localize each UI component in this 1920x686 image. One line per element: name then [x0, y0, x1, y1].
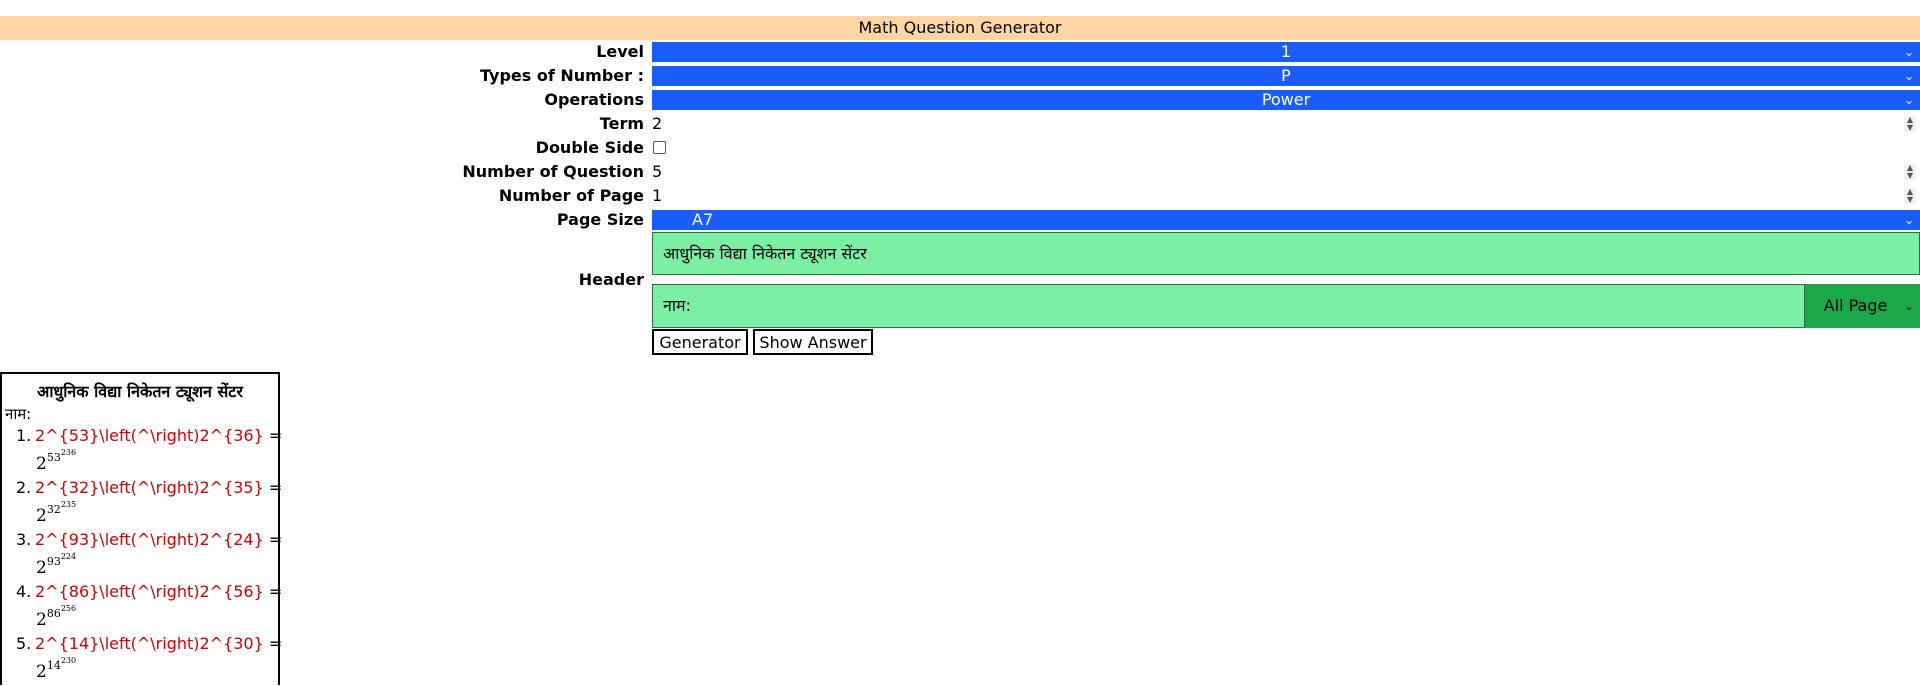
list-item: 4. 2^{86}\left(^\right)2^{56} = 286256	[2, 582, 282, 634]
chevron-down-icon: ⌄	[1903, 299, 1914, 313]
operations-label: Operations	[544, 90, 644, 109]
number-of-question-value: 5	[652, 162, 663, 181]
term-value: 2	[652, 114, 663, 133]
operations-value: Power	[1261, 90, 1311, 109]
question-text: 2^{93}\left(^\right)2^{24} =	[35, 530, 283, 549]
level-value: 1	[1280, 42, 1292, 61]
number-of-page-label: Number of Page	[498, 186, 644, 205]
number-of-page-input[interactable]: 1 ▲ ▼	[652, 186, 1920, 206]
header-page-option: All Page	[1823, 296, 1888, 315]
spinner-icon[interactable]: ▲ ▼	[1904, 116, 1916, 132]
double-side-label: Double Side	[535, 138, 644, 157]
question-number: 1.	[16, 426, 32, 445]
header-line2-input[interactable]: नाम:	[652, 284, 1805, 328]
chevron-down-icon: ⌄	[1903, 93, 1914, 107]
header-page-select[interactable]: All Page ⌄	[1805, 284, 1920, 328]
sheet-name-label: नाम:	[5, 405, 32, 423]
question-list: 1. 2^{53}\left(^\right)2^{36} = 253236 2…	[2, 426, 282, 686]
term-label: Term	[599, 114, 644, 133]
list-item: 5. 2^{14}\left(^\right)2^{30} = 214230	[2, 634, 282, 686]
page-size-value: A7	[692, 210, 714, 229]
chevron-down-icon: ⌄	[1903, 213, 1914, 227]
types-of-number-label: Types of Number :	[480, 66, 644, 85]
number-of-question-label: Number of Question	[462, 162, 644, 181]
question-text: 2^{86}\left(^\right)2^{56} =	[35, 582, 283, 601]
app-title: Math Question Generator	[0, 16, 1920, 40]
level-select[interactable]: 1 ⌄	[652, 42, 1920, 62]
question-expression: 286256	[36, 604, 77, 630]
question-expression: 214230	[36, 656, 77, 682]
header-line1-input[interactable]: आधुनिक विद्या निकेतन ट्यूशन सेंटर	[652, 232, 1920, 275]
number-of-page-value: 1	[652, 186, 663, 205]
chevron-down-icon: ⌄	[1903, 69, 1914, 83]
question-number: 3.	[16, 530, 32, 549]
page-size-select[interactable]: A7 ⌄	[652, 210, 1920, 230]
double-side-checkbox[interactable]	[653, 141, 666, 154]
page-size-label: Page Size	[556, 210, 644, 229]
question-expression: 253236	[36, 448, 77, 474]
question-text: 2^{53}\left(^\right)2^{36} =	[35, 426, 283, 445]
list-item: 1. 2^{53}\left(^\right)2^{36} = 253236	[2, 426, 282, 478]
generator-button[interactable]: Generator	[652, 329, 748, 355]
spinner-icon[interactable]: ▲ ▼	[1904, 164, 1916, 180]
chevron-down-icon: ⌄	[1903, 45, 1914, 59]
list-item: 2. 2^{32}\left(^\right)2^{35} = 232235	[2, 478, 282, 530]
question-number: 4.	[16, 582, 32, 601]
spinner-icon[interactable]: ▲ ▼	[1904, 188, 1916, 204]
header-label: Header	[578, 270, 644, 289]
number-of-question-input[interactable]: 5 ▲ ▼	[652, 162, 1920, 182]
sheet-title: आधुनिक विद्या निकेतन ट्यूशन सेंटर	[37, 382, 243, 401]
question-text: 2^{14}\left(^\right)2^{30} =	[35, 634, 283, 653]
list-item: 3. 2^{93}\left(^\right)2^{24} = 293224	[2, 530, 282, 582]
question-number: 2.	[16, 478, 32, 497]
question-sheet: आधुनिक विद्या निकेतन ट्यूशन सेंटर नाम: 1…	[0, 372, 282, 686]
show-answer-button[interactable]: Show Answer	[753, 329, 873, 355]
types-of-number-select[interactable]: P ⌄	[652, 66, 1920, 86]
question-expression: 293224	[36, 552, 77, 578]
level-label: Level	[596, 42, 644, 61]
question-number: 5.	[16, 634, 32, 653]
types-of-number-value: P	[1281, 66, 1291, 85]
term-input[interactable]: 2 ▲ ▼	[652, 114, 1920, 134]
operations-select[interactable]: Power ⌄	[652, 90, 1920, 110]
question-text: 2^{32}\left(^\right)2^{35} =	[35, 478, 283, 497]
question-expression: 232235	[36, 500, 77, 526]
